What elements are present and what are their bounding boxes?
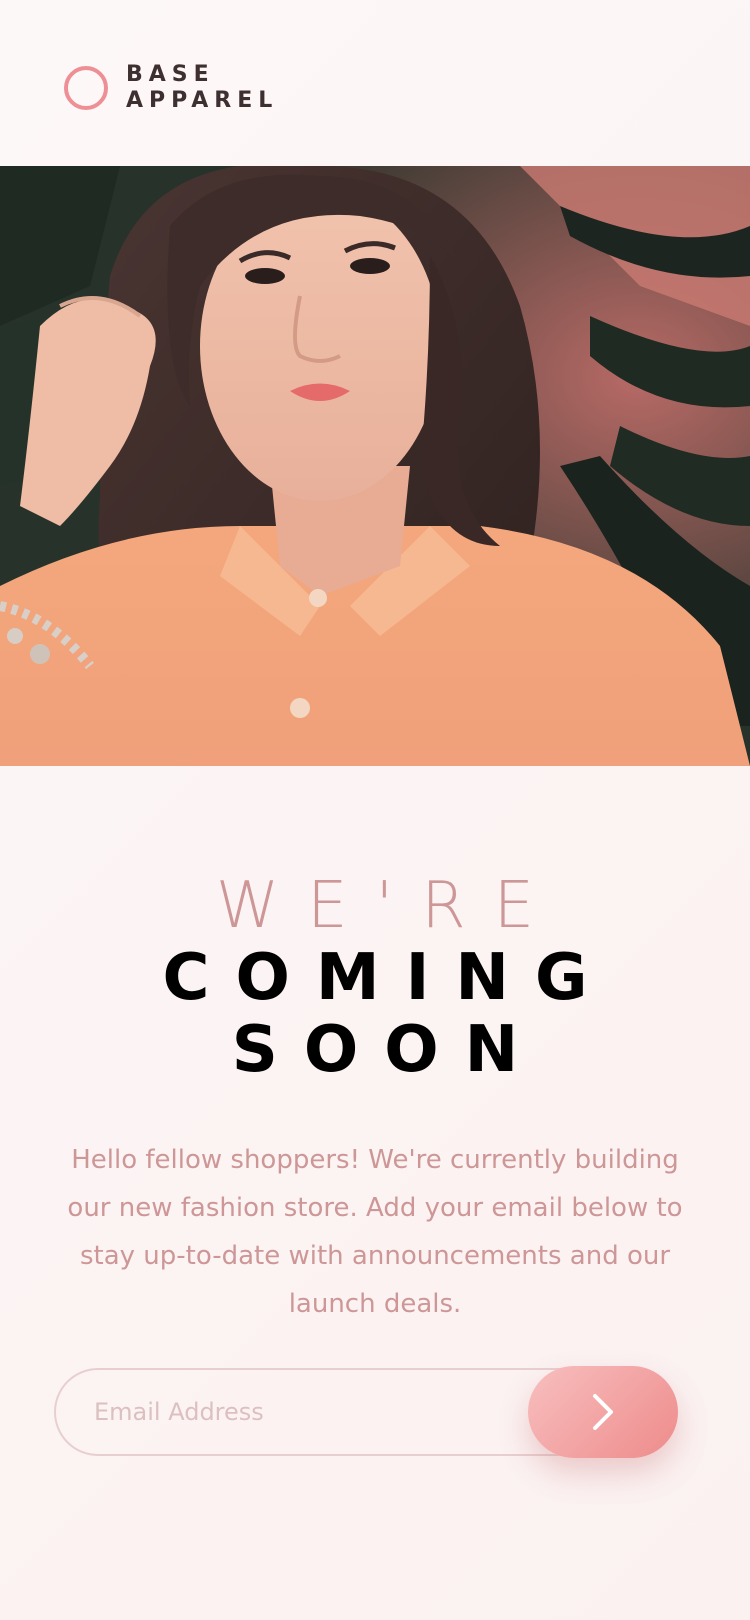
headline-light: WE'RE: [215, 869, 563, 943]
brand-name: BASE APPAREL: [126, 62, 278, 114]
submit-button[interactable]: [528, 1366, 678, 1458]
email-signup-form: [54, 1366, 678, 1458]
headline-dark-line2: SOON: [231, 1013, 545, 1087]
hero-image: [0, 166, 750, 766]
woman-portrait-photo: [0, 166, 750, 766]
logo-ring-icon: [64, 66, 108, 110]
brand-name-line2: APPAREL: [126, 88, 279, 113]
headline-dark-line1: COMING: [162, 941, 614, 1015]
headline: WE'RE COMING SOON: [0, 870, 750, 1086]
brand-name-line1: BASE: [126, 62, 215, 87]
page-header: BASE APPAREL: [0, 0, 750, 166]
brand-logo[interactable]: BASE APPAREL: [64, 62, 278, 114]
chevron-right-icon: [589, 1392, 617, 1432]
description-text: Hello fellow shoppers! We're currently b…: [67, 1145, 683, 1319]
